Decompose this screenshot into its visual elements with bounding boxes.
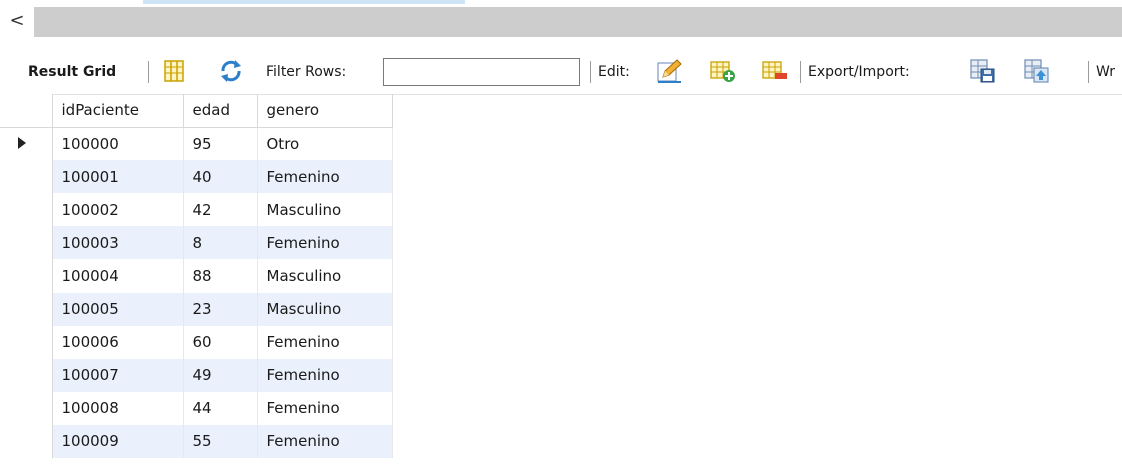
cell-idpaciente[interactable]: 100005 — [52, 292, 184, 326]
grid-layout-icon[interactable] — [160, 57, 188, 85]
column-header-genero[interactable]: genero — [257, 94, 393, 128]
cell-edad[interactable]: 44 — [183, 391, 258, 425]
cell-idpaciente[interactable]: 100008 — [52, 391, 184, 425]
table-row[interactable]: 100009 55 Femenino — [0, 424, 393, 459]
cell-genero[interactable]: Masculino — [257, 292, 393, 326]
table-row[interactable]: 100000 95 Otro — [0, 127, 393, 161]
add-row-icon[interactable] — [708, 57, 736, 85]
cell-genero[interactable]: Masculino — [257, 259, 393, 293]
import-icon[interactable] — [1022, 57, 1050, 85]
refresh-icon[interactable] — [217, 57, 245, 85]
result-grid: idPaciente edad genero 100000 95 Otro 10… — [0, 94, 393, 459]
result-grid-tab[interactable]: Result Grid — [28, 49, 116, 94]
row-header[interactable] — [0, 391, 53, 425]
export-icon[interactable] — [968, 57, 996, 85]
column-header-edad[interactable]: edad — [183, 94, 258, 128]
cell-idpaciente[interactable]: 100009 — [52, 424, 184, 459]
row-header[interactable] — [0, 127, 53, 161]
toolbar-separator — [800, 61, 801, 83]
delete-row-icon[interactable] — [760, 57, 788, 85]
cell-edad[interactable]: 88 — [183, 259, 258, 293]
cell-edad[interactable]: 60 — [183, 325, 258, 359]
cell-genero[interactable]: Femenino — [257, 424, 393, 459]
cell-idpaciente[interactable]: 100000 — [52, 127, 184, 161]
row-header[interactable] — [0, 424, 53, 459]
result-grid-label: Result Grid — [28, 63, 117, 80]
cell-genero[interactable]: Femenino — [257, 325, 393, 359]
table-row[interactable]: 100007 49 Femenino — [0, 358, 393, 392]
cell-edad[interactable]: 49 — [183, 358, 258, 392]
result-table: idPaciente edad genero 100000 95 Otro 10… — [0, 94, 393, 459]
row-header-corner[interactable] — [0, 94, 53, 128]
cell-edad[interactable]: 23 — [183, 292, 258, 326]
scroll-left-button[interactable]: < — [0, 4, 34, 37]
current-row-indicator-icon — [18, 136, 26, 149]
cell-edad[interactable]: 40 — [183, 160, 258, 194]
edit-pencil-icon[interactable] — [655, 57, 683, 85]
table-body: 100000 95 Otro 100001 40 Femenino 100002… — [0, 127, 393, 459]
header-row: idPaciente edad genero — [0, 94, 393, 128]
cell-idpaciente[interactable]: 100001 — [52, 160, 184, 194]
column-header-idpaciente[interactable]: idPaciente — [52, 94, 184, 128]
horizontal-scrollbar[interactable]: < — [0, 4, 1122, 37]
cell-edad[interactable]: 95 — [183, 127, 258, 161]
wrap-cell-content-label: Wr — [1096, 63, 1115, 80]
cell-genero[interactable]: Femenino — [257, 226, 393, 260]
cell-idpaciente[interactable]: 100002 — [52, 193, 184, 227]
table-row[interactable]: 100001 40 Femenino — [0, 160, 393, 194]
cell-idpaciente[interactable]: 100006 — [52, 325, 184, 359]
cell-idpaciente[interactable]: 100004 — [52, 259, 184, 293]
row-header[interactable] — [0, 226, 53, 260]
cell-edad[interactable]: 8 — [183, 226, 258, 260]
wrap-label-wrap[interactable]: Wr — [1096, 49, 1115, 94]
cell-idpaciente[interactable]: 100007 — [52, 358, 184, 392]
spacer — [0, 37, 1122, 49]
filter-rows-input[interactable] — [383, 58, 580, 86]
row-header[interactable] — [0, 358, 53, 392]
toolbar-separator — [590, 61, 591, 83]
export-import-label-wrap: Export/Import: — [808, 49, 910, 94]
row-header[interactable] — [0, 160, 53, 194]
table-row[interactable]: 100005 23 Masculino — [0, 292, 393, 326]
row-header[interactable] — [0, 193, 53, 227]
toolbar-separator — [148, 61, 149, 83]
cell-genero[interactable]: Femenino — [257, 160, 393, 194]
filter-rows-label-wrap: Filter Rows: — [266, 49, 346, 94]
edit-label-wrap: Edit: — [598, 49, 630, 94]
toolbar-separator — [1088, 61, 1089, 83]
scrollbar-track[interactable] — [34, 7, 1122, 37]
table-row[interactable]: 100006 60 Femenino — [0, 325, 393, 359]
result-toolbar: Result Grid Filter Rows: Edit: Export/Im… — [0, 49, 1122, 95]
cell-edad[interactable]: 55 — [183, 424, 258, 459]
edit-label: Edit: — [598, 63, 630, 80]
cell-genero[interactable]: Femenino — [257, 358, 393, 392]
cell-edad[interactable]: 42 — [183, 193, 258, 227]
table-row[interactable]: 100008 44 Femenino — [0, 391, 393, 425]
export-import-label: Export/Import: — [808, 63, 910, 80]
filter-rows-label: Filter Rows: — [266, 63, 347, 80]
row-header[interactable] — [0, 325, 53, 359]
row-header[interactable] — [0, 259, 53, 293]
table-row[interactable]: 100003 8 Femenino — [0, 226, 393, 260]
cell-idpaciente[interactable]: 100003 — [52, 226, 184, 260]
row-header[interactable] — [0, 292, 53, 326]
table-row[interactable]: 100004 88 Masculino — [0, 259, 393, 293]
table-row[interactable]: 100002 42 Masculino — [0, 193, 393, 227]
cell-genero[interactable]: Otro — [257, 127, 393, 161]
cell-genero[interactable]: Femenino — [257, 391, 393, 425]
cell-genero[interactable]: Masculino — [257, 193, 393, 227]
